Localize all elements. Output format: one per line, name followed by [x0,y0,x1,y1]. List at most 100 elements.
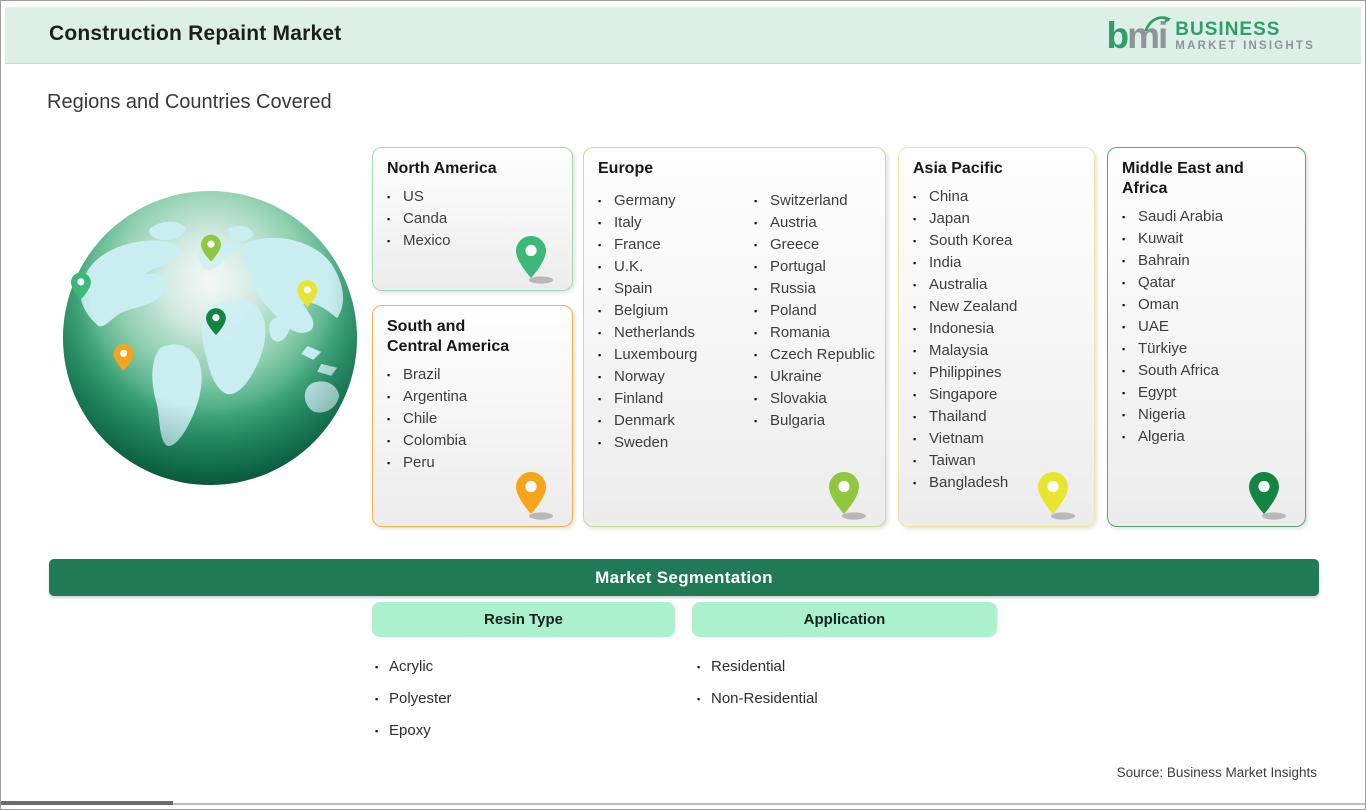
region-title: Asia Pacific [913,160,1003,177]
bullet-icon: ▪ [913,280,917,290]
bullet-icon: ▪ [697,662,701,672]
list-item: ▪ Kuwait [1122,228,1299,250]
list-item-label: Colombia [403,432,467,449]
bullet-icon: ▪ [598,350,602,360]
header-bar: Construction Repaint Market bmi BUSINESS… [5,7,1361,64]
bullet-icon: ▪ [913,412,917,422]
bullet-icon: ▪ [387,214,391,224]
segmentation-column-header-application: Application [692,602,997,637]
list-item-label: Germany [614,192,676,209]
bullet-icon: ▪ [598,284,602,294]
list-item: ▪ Bahrain [1122,250,1299,272]
bullet-icon: ▪ [1122,278,1126,288]
list-item: ▪ Ukraine [754,366,879,388]
list-item: ▪ Chile [387,408,566,430]
bullet-icon: ▪ [754,394,758,404]
list-item-label: UAE [1138,318,1169,335]
list-item: ▪ Indonesia [913,318,1088,340]
list-item-label: Polyester [389,690,452,707]
bullet-icon: ▪ [913,368,917,378]
list-item-label: Nigeria [1138,406,1186,423]
bullet-icon: ▪ [913,346,917,356]
bullet-icon: ▪ [387,370,391,380]
infographic-root: Construction Repaint Market bmi BUSINESS… [0,0,1366,810]
bullet-icon: ▪ [913,236,917,246]
list-item-label: Türkiye [1138,340,1188,357]
list-item: ▪ Luxembourg [598,344,748,366]
map-pin-icon [1038,472,1075,520]
list-item-label: Luxembourg [614,346,698,363]
list-item: ▪ Austria [754,212,879,234]
bullet-icon: ▪ [913,192,917,202]
list-item-label: Oman [1138,296,1179,313]
list-item: ▪ Denmark [598,410,748,432]
country-list-col1: ▪ Germany ▪ Italy ▪ France ▪ U.K. ▪ Spain ▪ Belgium… [598,190,748,454]
list-item: ▪ Oman [1122,294,1299,316]
page-title: Construction Repaint Market [49,22,342,45]
list-item: ▪ Finland [598,388,748,410]
region-card-europe: Europe ▪ Germany ▪ Italy ▪ France ▪ U.K. ▪ Spain ▪… [583,147,886,527]
list-item-label: Italy [614,214,642,231]
list-item-label: Malaysia [929,342,989,359]
list-item-label: Czech Republic [770,346,876,363]
bullet-icon: ▪ [375,726,379,736]
list-item: ▪ Norway [598,366,748,388]
bullet-icon: ▪ [598,328,602,338]
bullet-icon: ▪ [1122,432,1126,442]
list-item: ▪ Singapore [913,384,1088,406]
list-item-label: Bulgaria [770,412,826,429]
bullet-icon: ▪ [387,236,391,246]
list-item-label: South Africa [1138,362,1219,379]
list-item-label: Qatar [1138,274,1176,291]
list-item: ▪ Malaysia [913,340,1088,362]
list-item-label: Saudi Arabia [1138,208,1224,225]
resin-type-list: ▪ Acrylic ▪ Polyester ▪ Epoxy [375,651,452,747]
list-item: ▪ New Zealand [913,296,1088,318]
list-item-label: Netherlands [614,324,695,341]
list-item-label: Non-Residential [711,690,818,707]
list-item: ▪ Spain [598,278,748,300]
list-item: ▪ Czech Republic [754,344,879,366]
bullet-icon: ▪ [1122,410,1126,420]
list-item-label: Switzerland [770,192,848,209]
bullet-icon: ▪ [375,662,379,672]
list-item: ▪ Qatar [1122,272,1299,294]
bullet-icon: ▪ [598,306,602,316]
map-pin-icon [516,236,553,284]
bullet-icon: ▪ [754,262,758,272]
bullet-icon: ▪ [913,214,917,224]
list-item: ▪ Saudi Arabia [1122,206,1299,228]
list-item-label: Peru [403,454,435,471]
list-item-label: New Zealand [929,298,1018,315]
country-columns: ▪ Germany ▪ Italy ▪ France ▪ U.K. ▪ Spain ▪ Belgium… [584,183,885,454]
list-item-label: Australia [929,276,988,293]
list-item-label: Portugal [770,258,826,275]
bullet-icon: ▪ [1122,234,1126,244]
bullet-icon: ▪ [598,240,602,250]
list-item: ▪ Epoxy [375,715,452,747]
chip-label: Application [803,611,886,628]
bullet-icon: ▪ [913,478,917,488]
list-item: ▪ Canda [387,208,566,230]
bullet-icon: ▪ [1122,256,1126,266]
list-item-label: Indonesia [929,320,995,337]
list-item: ▪ Colombia [387,430,566,452]
list-item: ▪ Belgium [598,300,748,322]
region-card-south-central-america: South and Central America ▪ Brazil ▪ Argent… [372,305,573,527]
list-item: ▪ Romania [754,322,879,344]
map-pin-icon [829,472,866,520]
list-item: ▪ France [598,234,748,256]
list-item-label: Bahrain [1138,252,1190,269]
bullet-icon: ▪ [598,196,602,206]
list-item-label: Philippines [929,364,1002,381]
bullet-icon: ▪ [754,416,758,426]
map-pin-icon [516,472,553,520]
bullet-icon: ▪ [1122,212,1126,222]
list-item: ▪ Acrylic [375,651,452,683]
bullet-icon: ▪ [1122,344,1126,354]
list-item-label: Egypt [1138,384,1177,401]
list-item: ▪ Egypt [1122,382,1299,404]
list-item: ▪ Bulgaria [754,410,879,432]
bullet-icon: ▪ [754,196,758,206]
list-item-label: Poland [770,302,817,319]
